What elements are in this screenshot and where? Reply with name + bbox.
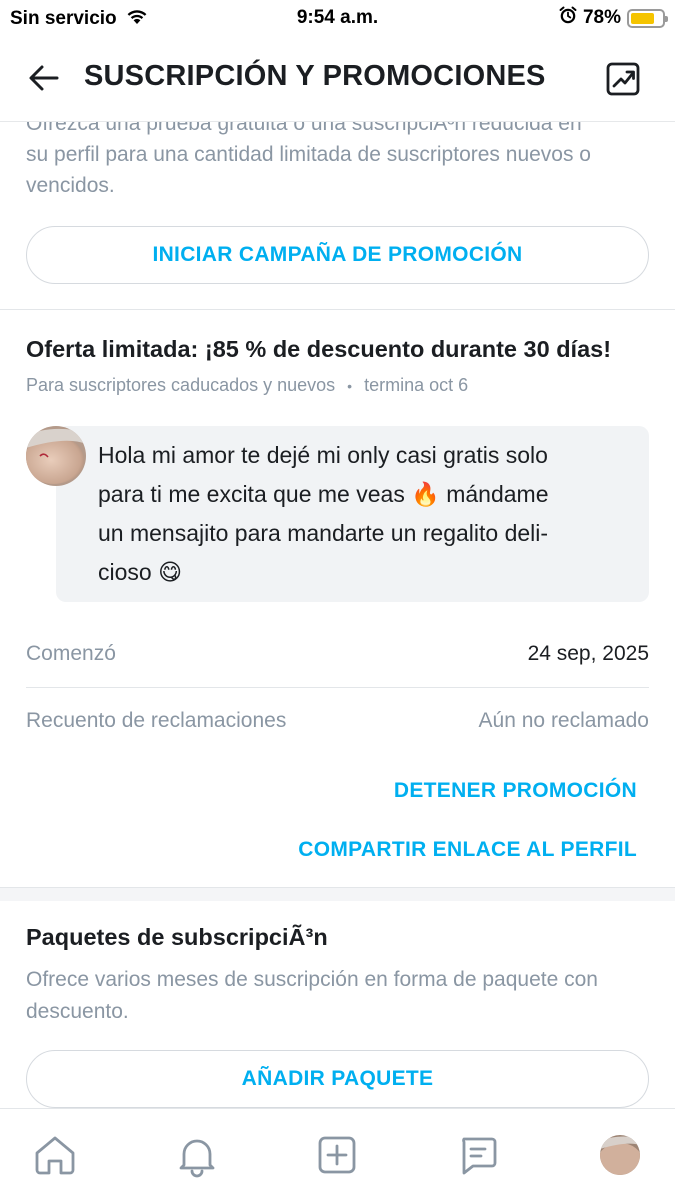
claims-value: Aún no reclamado [478,709,649,732]
status-bar: Sin servicio 9:54 a.m. 78% [0,0,675,36]
description-line: Ofrece varios meses de suscripción en fo… [26,968,598,991]
promotion-message-bubble: Hola mi amor te dejé mi only casi gratis… [56,426,649,602]
home-icon [35,1136,75,1175]
promotion-message: Hola mi amor te dejé mi only casi gratis… [98,436,629,592]
intro-line: su perfil para una cantidad limitada de … [26,143,591,166]
bundles-title: Paquetes de subscripciÃ³n [26,924,328,950]
description-line: descuento. [26,1000,129,1023]
add-bundle-button[interactable]: AÑADIR PAQUETE [26,1050,649,1108]
claims-row: Recuento de reclamaciones Aún no reclama… [26,709,649,733]
meta-separator: • [347,377,353,394]
battery-icon [627,8,668,28]
scroll-content[interactable]: Ofrezca una prueba gratuita o una suscri… [0,122,675,1108]
status-right: 78% [559,6,668,30]
page-title: SUSCRIPCIÓN Y PROMOCIONES [84,60,546,92]
message-line: cioso 😋 [98,559,183,585]
intro-line: vencidos. [26,174,115,197]
message-line: un mensajito para mandarte un regalito d… [98,520,549,546]
section-separator [0,887,675,901]
profile-avatar [600,1135,640,1175]
creator-avatar [26,426,86,486]
share-profile-link-button[interactable]: COMPARTIR ENLACE AL PERFIL [298,838,637,862]
message-line: Hola mi amor te dejé mi only casi gratis… [98,442,548,468]
top-app-bar: SUSCRIPCIÓN Y PROMOCIONES [0,36,675,122]
started-label: Comenzó [26,642,116,665]
claims-label: Recuento de reclamaciones [26,709,287,732]
bell-icon [179,1139,215,1178]
started-value: 24 sep, 2025 [527,642,649,665]
offer-meta: Para suscriptores caducados y nuevos • t… [26,375,468,396]
statistics-icon [606,62,640,96]
bundles-description: Ofrece varios meses de suscripción en fo… [26,964,656,1028]
offer-audience: Para suscriptores caducados y nuevos [26,375,336,395]
nav-profile[interactable] [596,1131,644,1179]
statistics-button[interactable] [605,61,641,97]
start-promotion-campaign-button[interactable]: INICIAR CAMPAÑA DE PROMOCIÓN [26,226,649,284]
nav-messages[interactable] [454,1131,502,1179]
nav-home[interactable] [31,1131,79,1179]
offer-title: Oferta limitada: ¡85 % de descuento dura… [26,336,612,362]
back-button[interactable] [26,60,62,96]
back-arrow-icon [29,65,59,91]
started-row: Comenzó 24 sep, 2025 [26,642,649,666]
messages-icon [462,1137,497,1175]
row-divider [26,687,649,688]
section-divider [0,309,675,310]
bottom-navigation [0,1108,675,1200]
nav-notifications[interactable] [173,1131,221,1179]
add-post-icon [318,1136,356,1174]
battery-level [631,12,655,24]
stop-promotion-button[interactable]: DETENER PROMOCIÓN [394,779,637,803]
intro-line: Ofrezca una prueba gratuita o una suscri… [26,122,582,135]
promotion-intro-text: Ofrezca una prueba gratuita o una suscri… [26,122,646,201]
battery-percent: 78% [582,7,621,28]
nav-new-post[interactable] [313,1131,361,1179]
alarm-icon [559,6,577,30]
message-line: para ti me excita que me veas 🔥 mándame [98,481,549,507]
offer-end-date: termina oct 6 [364,375,469,395]
avatar-photo [26,426,86,486]
